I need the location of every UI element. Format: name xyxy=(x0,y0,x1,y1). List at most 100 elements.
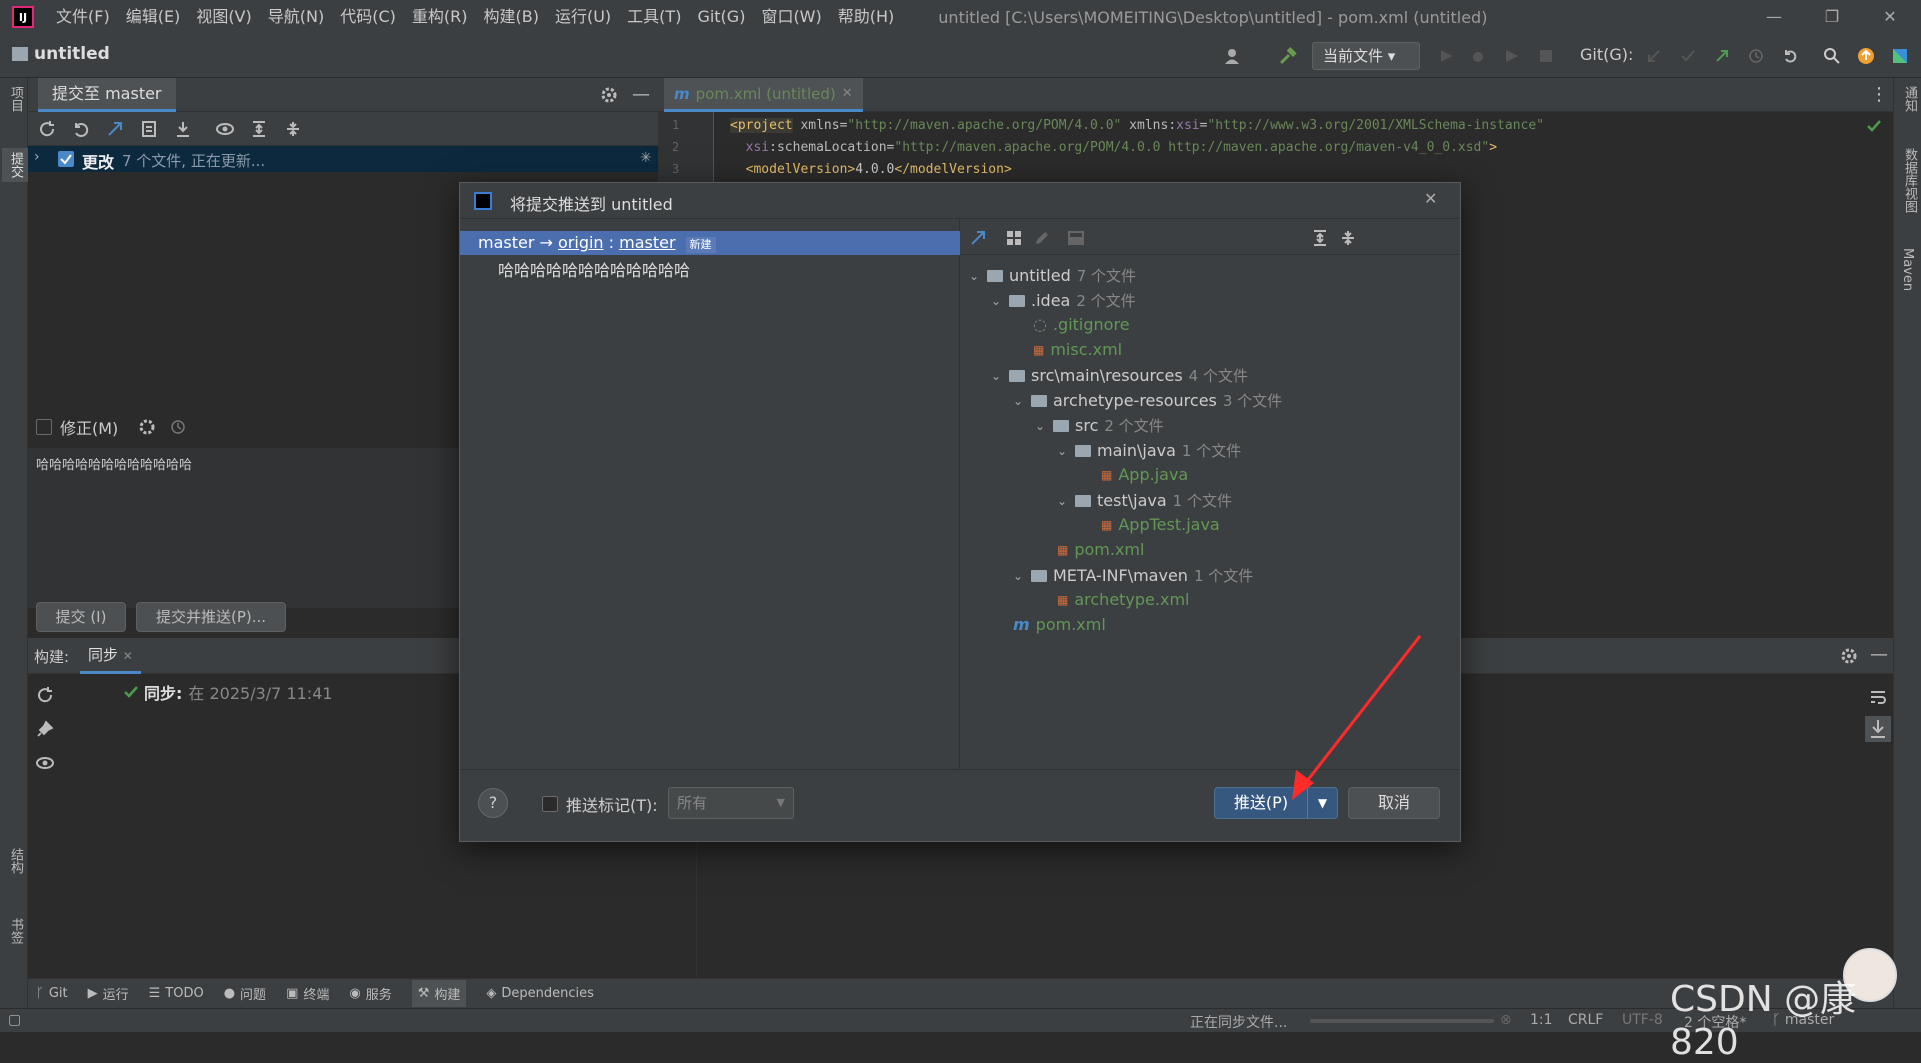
search-icon[interactable] xyxy=(1820,44,1844,68)
notifications-tool-tab[interactable]: 通知 xyxy=(1900,86,1919,112)
project-widget[interactable]: untitled xyxy=(12,44,110,64)
push-tags-option[interactable]: 推送标记(T): xyxy=(542,792,658,816)
commit-to-master-tab[interactable]: 提交至 master xyxy=(38,78,176,112)
chevron-down-icon[interactable]: ⌄ xyxy=(991,369,1003,383)
minimize-panel-icon[interactable]: — xyxy=(1870,644,1888,665)
preview-icon[interactable] xyxy=(1067,229,1085,247)
menu-refactor[interactable]: 重构(R) xyxy=(404,0,476,34)
rerun-icon[interactable] xyxy=(36,686,54,704)
clock-icon[interactable] xyxy=(170,419,186,435)
terminal-tool-tab[interactable]: ▣ 终端 xyxy=(286,984,329,1003)
tree-dir-src-main-resources[interactable]: ⌄ src\main\resources 4 个文件 xyxy=(991,365,1248,386)
tree-file-app-java[interactable]: ▦ App.java xyxy=(1101,465,1188,484)
line-separator[interactable]: CRLF xyxy=(1568,1012,1603,1028)
refresh-icon[interactable] xyxy=(38,120,56,138)
remote-branch-link[interactable]: master xyxy=(619,233,675,252)
push-arrow-icon[interactable] xyxy=(1710,44,1734,68)
menu-build[interactable]: 构建(B) xyxy=(476,0,547,34)
todo-tool-tab[interactable]: ☰ TODO xyxy=(149,986,204,1001)
code-line[interactable]: <project xmlns="http://maven.apache.org/… xyxy=(730,118,1544,133)
update-icon[interactable] xyxy=(106,120,124,138)
bookmarks-tool-tab[interactable]: 书签 xyxy=(6,918,25,944)
rollback-icon[interactable] xyxy=(72,120,90,138)
tree-file-root-pom-xml[interactable]: m pom.xml xyxy=(1013,615,1106,634)
scroll-to-end-icon[interactable] xyxy=(1865,716,1891,742)
close-window-icon[interactable]: ✕ xyxy=(1861,0,1919,34)
code-line[interactable]: xsi:schemaLocation="http://maven.apache.… xyxy=(730,140,1497,155)
stop-icon[interactable] xyxy=(1534,44,1558,68)
tree-dir-idea[interactable]: ⌄ .idea 2 个文件 xyxy=(991,290,1136,311)
menu-help[interactable]: 帮助(H) xyxy=(830,0,903,34)
push-tags-select[interactable]: 所有 ▼ xyxy=(668,787,794,819)
build-hammer-icon[interactable] xyxy=(1276,44,1300,68)
amend-checkbox[interactable] xyxy=(36,419,52,435)
caret-position[interactable]: 1:1 xyxy=(1530,1012,1553,1028)
coverage-icon[interactable] xyxy=(1500,44,1524,68)
minimize-panel-icon[interactable]: — xyxy=(632,84,650,105)
tree-file-gitignore[interactable]: ◌ .gitignore xyxy=(1033,315,1130,334)
group-by-icon[interactable] xyxy=(1005,229,1023,247)
push-tags-checkbox[interactable] xyxy=(542,796,558,812)
tree-file-archetype-pom-xml[interactable]: ▦ pom.xml xyxy=(1057,540,1144,559)
more-options-icon[interactable]: ⋮ xyxy=(1870,84,1888,105)
chevron-down-icon[interactable]: ⌄ xyxy=(969,269,981,283)
dependencies-tool-tab[interactable]: ◈ Dependencies xyxy=(486,986,594,1001)
gear-icon[interactable] xyxy=(600,86,618,104)
soft-wrap-icon[interactable] xyxy=(1869,688,1887,706)
commit-tool-tab[interactable]: 提交 xyxy=(2,148,29,182)
changes-node[interactable]: › 更改 7 个文件, 正在更新... ✳ xyxy=(28,146,658,172)
expand-all-icon[interactable] xyxy=(250,120,268,138)
push-tags-label[interactable]: 推送标记(T): xyxy=(566,792,658,816)
show-diff-icon[interactable] xyxy=(969,229,987,247)
layout-icon[interactable]: ▢ xyxy=(8,1012,21,1028)
commit-and-push-button[interactable]: 提交并推送(P)... xyxy=(136,602,286,632)
tree-file-misc-xml[interactable]: ▦ misc.xml xyxy=(1033,340,1122,359)
close-tab-icon[interactable]: ✕ xyxy=(123,649,133,663)
commit-row[interactable]: 哈哈哈哈哈哈哈哈哈哈哈哈 xyxy=(498,257,690,281)
build-tool-tab[interactable]: ⚒ 构建 xyxy=(411,980,467,1007)
history-icon[interactable] xyxy=(1744,44,1768,68)
tree-dir-archetype-resources[interactable]: ⌄ archetype-resources 3 个文件 xyxy=(1013,390,1282,411)
edit-icon[interactable] xyxy=(1033,229,1051,247)
menu-navigate[interactable]: 导航(N) xyxy=(260,0,332,34)
commit-check-icon[interactable] xyxy=(1676,44,1700,68)
sync-node[interactable]: 同步: 在 2025/3/7 11:41 xyxy=(124,680,333,704)
collapse-all-icon[interactable] xyxy=(1339,229,1357,247)
chevron-down-icon[interactable]: ⌄ xyxy=(1013,394,1025,408)
gear-icon[interactable] xyxy=(1840,647,1858,665)
download-icon[interactable] xyxy=(174,120,192,138)
structure-tool-tab[interactable]: 结构 xyxy=(6,848,25,874)
commit-button[interactable]: 提交 (I) xyxy=(36,602,126,632)
menu-run[interactable]: 运行(U) xyxy=(547,0,619,34)
chevron-down-icon[interactable]: ⌄ xyxy=(1035,419,1047,433)
eye-icon[interactable] xyxy=(216,120,234,138)
menu-tools[interactable]: 工具(T) xyxy=(619,0,689,34)
services-tool-tab[interactable]: ◉ 服务 xyxy=(349,984,391,1003)
rollback-icon[interactable] xyxy=(1778,44,1802,68)
help-button[interactable]: ? xyxy=(478,788,508,818)
git-tool-tab[interactable]: ᚴ Git xyxy=(36,986,68,1001)
close-dialog-icon[interactable]: ✕ xyxy=(1424,189,1437,208)
restore-icon[interactable]: ❐ xyxy=(1803,0,1861,34)
tree-dir-test-java[interactable]: ⌄ test\java 1 个文件 xyxy=(1057,490,1232,511)
push-target-row[interactable]: master → origin : master 新建 xyxy=(460,231,960,255)
cancel-task-icon[interactable]: ⊗ xyxy=(1500,1012,1512,1028)
database-tool-tab[interactable]: 数据库视图 xyxy=(1900,148,1919,213)
maven-tool-tab[interactable]: Maven xyxy=(1900,248,1915,291)
ide-logo-icon[interactable] xyxy=(1888,44,1912,68)
problems-tool-tab[interactable]: ● 问题 xyxy=(224,984,266,1003)
amend-label[interactable]: 修正(M) xyxy=(60,415,118,439)
shelve-icon[interactable] xyxy=(140,120,158,138)
pin-icon[interactable] xyxy=(36,720,54,738)
tree-dir-untitled[interactable]: ⌄ untitled 7 个文件 xyxy=(969,265,1136,286)
tree-dir-src[interactable]: ⌄ src 2 个文件 xyxy=(1035,415,1164,436)
update-available-icon[interactable] xyxy=(1854,44,1878,68)
changes-checkbox[interactable] xyxy=(58,151,74,167)
menu-git[interactable]: Git(G) xyxy=(689,0,753,34)
run-config-select[interactable]: 当前文件 ▾ xyxy=(1312,42,1420,70)
chevron-down-icon[interactable]: ⌄ xyxy=(991,294,1003,308)
background-task[interactable]: 正在同步文件... xyxy=(1190,1012,1287,1032)
settings-gear-icon[interactable] xyxy=(138,418,156,436)
chevron-down-icon[interactable]: ⌄ xyxy=(1057,444,1069,458)
eye-icon[interactable] xyxy=(36,754,54,772)
